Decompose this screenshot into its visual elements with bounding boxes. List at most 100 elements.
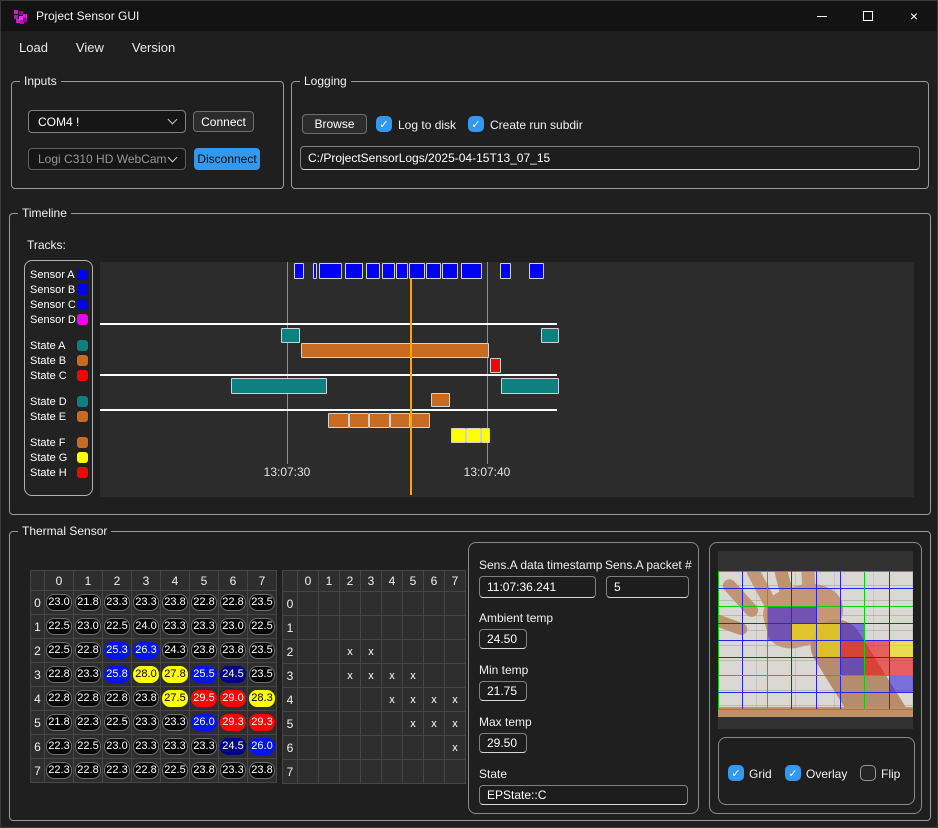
mask-cell: x xyxy=(445,736,465,759)
mask-cell xyxy=(361,760,381,783)
thermal-cell: 23.8 xyxy=(190,639,218,662)
thermal-cell: 22.3 xyxy=(74,711,102,734)
timeline-block-sensor-a xyxy=(442,263,458,279)
thermal-cell: 29.5 xyxy=(190,687,218,710)
mask-cell xyxy=(382,760,402,783)
grid-line-horizontal xyxy=(718,692,913,693)
thermal-value-pill: 22.8 xyxy=(104,690,130,707)
thermal-value-pill: 23.8 xyxy=(191,762,217,779)
legend-item: State D xyxy=(25,394,92,409)
legend-color-chip xyxy=(77,269,88,280)
timeline-block-state-b xyxy=(301,343,489,358)
log-to-disk-checkbox[interactable]: ✓ xyxy=(376,116,392,132)
legend-item-label: Sensor C xyxy=(30,299,77,311)
maximize-button[interactable] xyxy=(845,1,891,31)
overlay-checkbox-label: Overlay xyxy=(806,767,847,781)
mask-cell xyxy=(403,640,423,663)
thermal-overlay-cell xyxy=(816,640,840,657)
create-run-subdir-checkbox[interactable]: ✓ xyxy=(468,116,484,132)
browse-button[interactable]: Browse xyxy=(302,114,367,134)
thermal-cell: 22.8 xyxy=(132,759,160,782)
row-header: 2 xyxy=(283,640,297,663)
timeline-block-sensor-a xyxy=(426,263,441,279)
disconnect-button[interactable]: Disconnect xyxy=(194,148,260,170)
mask-cell xyxy=(319,592,339,615)
legend-item: State B xyxy=(25,353,92,368)
timestamp-field[interactable]: 11:07:36.241 xyxy=(479,576,596,598)
legend-group: State DState E xyxy=(25,394,92,424)
thermal-cell: 23.8 xyxy=(190,759,218,782)
timeline-block-sensor-a xyxy=(461,263,482,279)
row-header: 0 xyxy=(283,592,297,615)
mask-cell xyxy=(361,688,381,711)
menu-bar: Load View Version xyxy=(1,31,937,63)
legend-item: State H xyxy=(25,465,92,480)
menu-item-load[interactable]: Load xyxy=(19,40,48,55)
row-header: 0 xyxy=(31,591,44,614)
menu-item-view[interactable]: View xyxy=(76,40,104,55)
packet-field[interactable]: 5 xyxy=(606,576,689,598)
log-path-field[interactable]: C:/ProjectSensorLogs/2025-04-15T13_07_15 xyxy=(300,146,920,170)
timeline-block-state-g xyxy=(451,428,466,443)
thermal-title: Thermal Sensor xyxy=(18,524,111,538)
mask-cell xyxy=(319,640,339,663)
thermal-values-grid: 01234567023.021.823.323.323.822.822.823.… xyxy=(30,570,277,783)
mask-cell xyxy=(319,760,339,783)
close-button[interactable]: × xyxy=(891,1,937,31)
camera-options-box: ✓ Grid ✓ Overlay Flip xyxy=(718,737,915,805)
mask-cell: x xyxy=(382,664,402,687)
min-temp-field[interactable]: 21.75 xyxy=(479,681,527,701)
legend-item-label: State H xyxy=(30,467,77,479)
row-header: 5 xyxy=(31,711,44,734)
thermal-cell: 23.0 xyxy=(103,735,131,758)
thermal-value-pill: 23.0 xyxy=(46,594,72,611)
row-header: 5 xyxy=(283,712,297,735)
legend-item: State E xyxy=(25,409,92,424)
time-cursor[interactable] xyxy=(410,278,412,495)
legend-item-label: State G xyxy=(30,452,77,464)
legend-item-label: State B xyxy=(30,355,77,367)
thermal-overlay-cell xyxy=(791,623,815,640)
thermal-cell: 23.0 xyxy=(45,591,73,614)
group-separator-line xyxy=(100,323,557,325)
thermal-value-pill: 22.5 xyxy=(104,714,130,731)
thermal-cell: 22.8 xyxy=(45,687,73,710)
camera-select[interactable]: Logi C310 HD WebCam xyxy=(28,148,186,170)
max-temp-field[interactable]: 29.50 xyxy=(479,733,527,753)
timeline-block-state-e xyxy=(431,393,450,407)
thermal-cell: 26.0 xyxy=(248,735,276,758)
minimize-button[interactable] xyxy=(799,1,845,31)
legend-item: Sensor B xyxy=(25,282,92,297)
thermal-cell: 28.0 xyxy=(132,663,160,686)
menu-item-version[interactable]: Version xyxy=(132,40,175,55)
mask-cell xyxy=(319,616,339,639)
thermal-value-pill: 24.3 xyxy=(162,642,188,659)
grid-checkbox[interactable]: ✓ xyxy=(728,765,744,781)
ambient-temp-label: Ambient temp xyxy=(479,611,553,625)
timeline-block-sensor-a xyxy=(313,263,317,279)
flip-checkbox[interactable] xyxy=(860,765,876,781)
connect-button[interactable]: Connect xyxy=(193,111,254,132)
mask-cell xyxy=(298,640,318,663)
grid-line-vertical xyxy=(864,571,865,709)
thermal-value-pill: 23.0 xyxy=(104,738,130,755)
inputs-groupbox: Inputs COM4 ! Connect Logi C310 HD WebCa… xyxy=(11,81,284,189)
thermal-value-pill: 21.8 xyxy=(75,594,101,611)
thermal-cell: 28.3 xyxy=(248,687,276,710)
ambient-temp-field[interactable]: 24.50 xyxy=(479,629,527,649)
com-port-select[interactable]: COM4 ! xyxy=(28,110,186,133)
thermal-value-pill: 29.0 xyxy=(220,690,246,707)
thermal-value-pill: 26.0 xyxy=(249,738,275,755)
mask-cell: x xyxy=(403,688,423,711)
grid-corner xyxy=(283,571,297,591)
mask-cell xyxy=(424,592,444,615)
mask-cell xyxy=(382,592,402,615)
state-field[interactable]: EPState::C xyxy=(479,785,688,805)
overlay-checkbox[interactable]: ✓ xyxy=(785,765,801,781)
thermal-cell: 23.3 xyxy=(190,735,218,758)
thermal-value-pill: 27.8 xyxy=(162,666,188,683)
state-label: State xyxy=(479,767,507,781)
timeline-plot[interactable]: 13:07:3013:07:40 xyxy=(100,262,914,497)
thermal-overlay-cell xyxy=(840,623,864,640)
thermal-value-pill: 28.0 xyxy=(133,666,159,683)
